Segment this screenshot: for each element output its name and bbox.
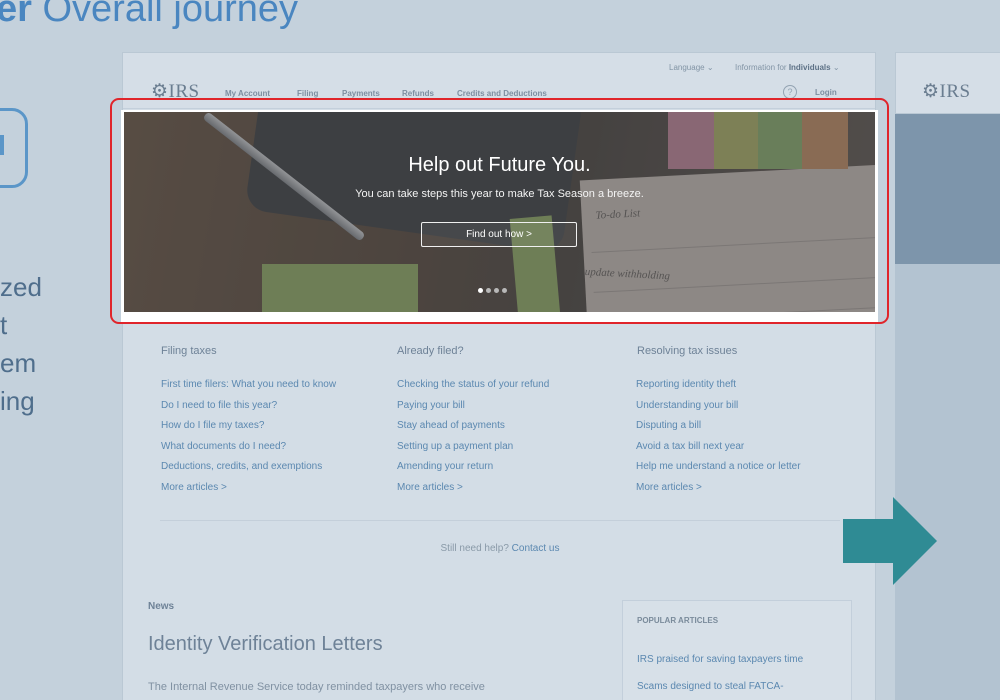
eagle-seal-icon: ⚙ (922, 81, 940, 102)
popular-article-link[interactable]: IRS praised for saving taxpayers time (637, 654, 803, 665)
article-link[interactable]: Checking the status of your refund (397, 379, 549, 390)
popular-article-link[interactable]: Scams designed to steal FATCA- (637, 681, 784, 692)
slide-title: er Overall journey (0, 0, 299, 30)
article-link[interactable]: Avoid a tax bill next year (636, 441, 744, 452)
article-link[interactable]: Understanding your bill (636, 400, 738, 411)
article-link[interactable]: How do I file my taxes? (161, 420, 264, 431)
nav-my-account[interactable]: My Account (225, 89, 270, 98)
nav-refunds[interactable]: Refunds (402, 89, 434, 98)
more-articles-link[interactable]: More articles > (636, 482, 702, 493)
bracket-graphic-bar (0, 135, 4, 155)
article-link[interactable]: Setting up a payment plan (397, 441, 513, 452)
next-step-page-header: ⚙IRS (895, 52, 1000, 114)
article-link[interactable]: Stay ahead of payments (397, 420, 505, 431)
arrow-right-icon-shaft (843, 519, 895, 563)
column-heading-already-filed: Already filed? (397, 345, 464, 357)
next-step-hero-band (895, 114, 1000, 264)
nav-filing[interactable]: Filing (297, 89, 318, 98)
section-divider (160, 520, 840, 521)
news-label: News (148, 601, 175, 612)
slide-body-line: t (0, 310, 8, 340)
more-articles-link[interactable]: More articles > (161, 482, 227, 493)
nav-payments[interactable]: Payments (342, 89, 380, 98)
popular-articles-panel: POPULAR ARTICLES IRS praised for saving … (622, 600, 852, 700)
login-link[interactable]: Login (815, 88, 837, 97)
irs-logo-secondary: ⚙IRS (922, 81, 971, 102)
contact-us-link[interactable]: Contact us (512, 543, 560, 554)
article-link[interactable]: Paying your bill (397, 400, 465, 411)
article-link[interactable]: First time filers: What you need to know (161, 379, 336, 390)
article-link[interactable]: Help me understand a notice or letter (636, 461, 801, 472)
next-step-page-body (895, 264, 1000, 700)
slide-body-line: ing (0, 386, 35, 416)
more-articles-link[interactable]: More articles > (397, 482, 463, 493)
column-heading-filing-taxes: Filing taxes (161, 345, 217, 357)
column-heading-resolving-issues: Resolving tax issues (637, 345, 738, 357)
language-selector[interactable]: Language ⌄ (669, 63, 714, 72)
bracket-graphic (0, 108, 28, 188)
popular-articles-heading: POPULAR ARTICLES (637, 616, 719, 625)
slide-body-text: zed t em ing (0, 268, 42, 420)
news-headline[interactable]: Identity Verification Letters (148, 633, 383, 656)
help-icon[interactable]: ? (783, 85, 797, 99)
nav-credits-deductions[interactable]: Credits and Deductions (457, 89, 547, 98)
news-body: The Internal Revenue Service today remin… (148, 681, 485, 693)
info-for-selector[interactable]: Information for Individuals ⌄ (735, 63, 840, 72)
slide-body-line: zed (0, 272, 42, 302)
slide-body-line: em (0, 348, 37, 378)
article-link[interactable]: What documents do I need? (161, 441, 286, 452)
hero-highlight-box (110, 98, 889, 324)
article-link[interactable]: Deductions, credits, and exemptions (161, 461, 322, 472)
arrow-right-icon (893, 497, 937, 585)
article-link[interactable]: Disputing a bill (636, 420, 701, 431)
article-link[interactable]: Do I need to file this year? (161, 400, 277, 411)
article-link[interactable]: Reporting identity theft (636, 379, 736, 390)
article-link[interactable]: Amending your return (397, 461, 493, 472)
